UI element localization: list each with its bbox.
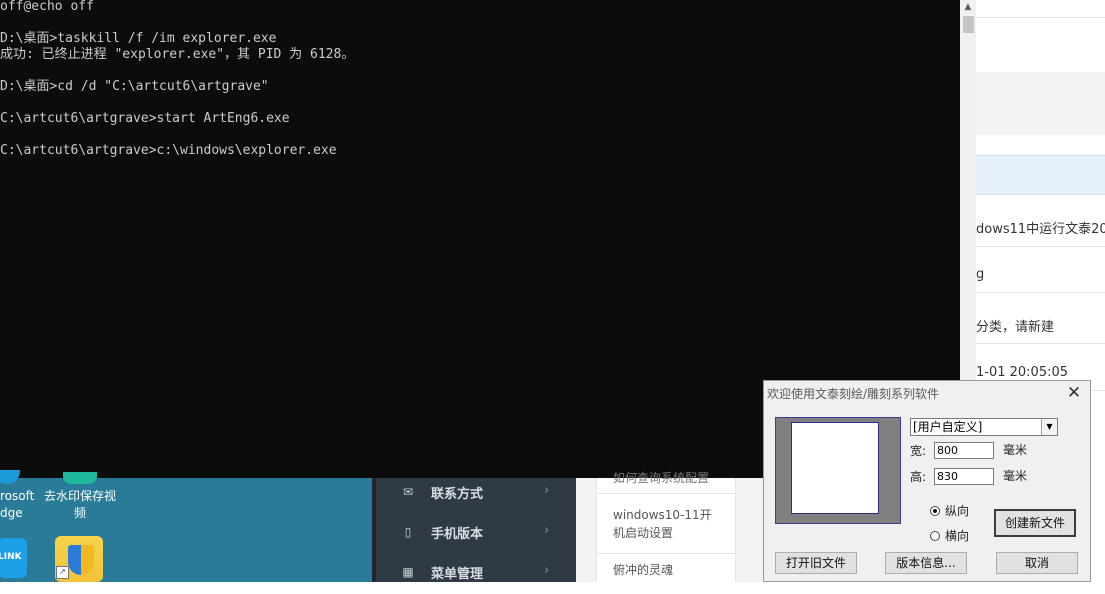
desktop-background: rosoft dge 去水印保存视 频 LINK ↗ — [0, 470, 372, 582]
welcome-dialog: 欢迎使用文泰刻绘/雕刻系列软件 ✕ [用户自定义] ▼ 宽: 800 毫米 高:… — [763, 380, 1091, 582]
timestamp: 1-01 20:05:05 — [976, 365, 1069, 380]
dialog-title: 欢迎使用文泰刻绘/雕刻系列软件 — [767, 387, 940, 401]
admin-sidebar-menu: ✉ 联系方式 › ▯ 手机版本 › ▦ 菜单管理 › — [372, 478, 580, 582]
portrait-radio[interactable] — [930, 506, 940, 516]
landscape-label[interactable]: 横向 — [945, 527, 969, 544]
article-link[interactable]: 俯冲的灵魂 — [613, 561, 731, 579]
article-link[interactable]: 机启动设置 — [613, 524, 731, 542]
tplink-icon-label: LINK — [0, 552, 22, 562]
tplink-app-icon[interactable]: LINK — [0, 538, 27, 578]
desktop-watermark-label-2[interactable]: 频 — [42, 505, 118, 522]
background-browser-page: dows11中运行文泰20 g 分类，请新建 1-01 20:05:05 — [976, 0, 1105, 391]
height-label: 高: — [910, 470, 927, 484]
height-unit: 毫米 — [1003, 469, 1028, 483]
close-icon[interactable]: ✕ — [1064, 383, 1084, 403]
menu-item-menu-management[interactable]: ▦ 菜单管理 › — [376, 554, 576, 594]
create-new-file-button[interactable]: 创建新文件 — [994, 509, 1076, 537]
scroll-up-arrow-icon[interactable]: ▲ — [960, 0, 976, 15]
menu-item-label: 菜单管理 — [431, 567, 484, 582]
console-line: D:\桌面>cd /d "C:\artcut6\artgrave" — [0, 79, 269, 94]
page-section — [976, 135, 1105, 155]
edge-icon[interactable] — [0, 470, 20, 484]
page-row: 分类，请新建 — [976, 305, 1105, 344]
uac-shield-app-icon[interactable]: ↗ — [55, 536, 103, 582]
dropdown-arrow-icon[interactable]: ▼ — [1041, 419, 1057, 435]
portrait-label[interactable]: 纵向 — [945, 502, 969, 519]
envelope-icon: ✉ — [402, 485, 414, 499]
page-preview — [775, 417, 901, 524]
page-header-strip — [976, 0, 1105, 18]
landscape-radio[interactable] — [930, 531, 940, 541]
open-old-file-button[interactable]: 打开旧文件 — [775, 552, 857, 574]
list-divider — [597, 553, 735, 554]
console-line: C:\artcut6\artgrave>start ArtEng6.exe — [0, 111, 290, 126]
scrollbar-thumb[interactable] — [963, 16, 974, 33]
menu-item-contact[interactable]: ✉ 联系方式 › — [376, 474, 576, 514]
page-highlight-bar — [976, 155, 1105, 195]
console-line: D:\桌面>taskkill /f /im explorer.exe — [0, 31, 277, 46]
desktop-edge-label-2[interactable]: dge — [0, 505, 23, 522]
paper-preview — [791, 422, 879, 514]
page-size-value: [用户自定义] — [913, 420, 983, 434]
console-line: off@echo off — [0, 0, 94, 14]
radio-selected-dot — [933, 509, 937, 513]
shield-icon — [68, 545, 94, 575]
chevron-right-icon: › — [544, 523, 550, 538]
page-section — [976, 18, 1105, 73]
menu-item-label: 联系方式 — [431, 487, 484, 502]
desktop-edge-label-1[interactable]: rosoft — [0, 488, 34, 505]
watermark-app-icon[interactable] — [63, 472, 97, 484]
page-row: g — [976, 258, 1105, 293]
height-input[interactable]: 830 — [934, 468, 994, 485]
row-text: 分类，请新建 — [976, 320, 1055, 335]
chevron-right-icon: › — [544, 563, 550, 578]
page-row[interactable]: dows11中运行文泰20 — [976, 208, 1105, 247]
list-divider — [597, 493, 735, 494]
version-info-button[interactable]: 版本信息... — [885, 552, 967, 574]
width-unit: 毫米 — [1003, 443, 1028, 457]
article-link[interactable]: 如何查询系统配置 — [613, 469, 731, 487]
row-text: g — [976, 267, 985, 282]
article-link[interactable]: windows10-11开 — [613, 506, 731, 524]
mobile-icon: ▯ — [404, 525, 412, 539]
chevron-right-icon: › — [544, 483, 550, 498]
page-size-select[interactable]: [用户自定义] ▼ — [910, 418, 1058, 436]
cancel-button[interactable]: 取消 — [996, 552, 1078, 574]
article-title-fragment[interactable]: dows11中运行文泰20 — [976, 218, 1105, 237]
article-list: 如何查询系统配置 windows10-11开 机启动设置 俯冲的灵魂 — [596, 471, 736, 582]
desktop-watermark-label-1[interactable]: 去水印保存视 — [42, 488, 118, 505]
menu-item-mobile[interactable]: ▯ 手机版本 › — [376, 514, 576, 554]
width-label: 宽: — [910, 444, 927, 458]
article-list-panel: 如何查询系统配置 windows10-11开 机启动设置 俯冲的灵魂 — [576, 471, 763, 582]
shortcut-arrow-icon: ↗ — [56, 566, 69, 579]
width-input[interactable]: 800 — [934, 442, 994, 459]
console-line: 成功: 已终止进程 "explorer.exe"，其 PID 为 6128。 — [0, 47, 355, 62]
grid-icon: ▦ — [402, 565, 414, 579]
page-section — [976, 72, 1105, 136]
console-line: C:\artcut6\artgrave>c:\windows\explorer.… — [0, 143, 337, 158]
menu-item-label: 手机版本 — [431, 527, 484, 542]
